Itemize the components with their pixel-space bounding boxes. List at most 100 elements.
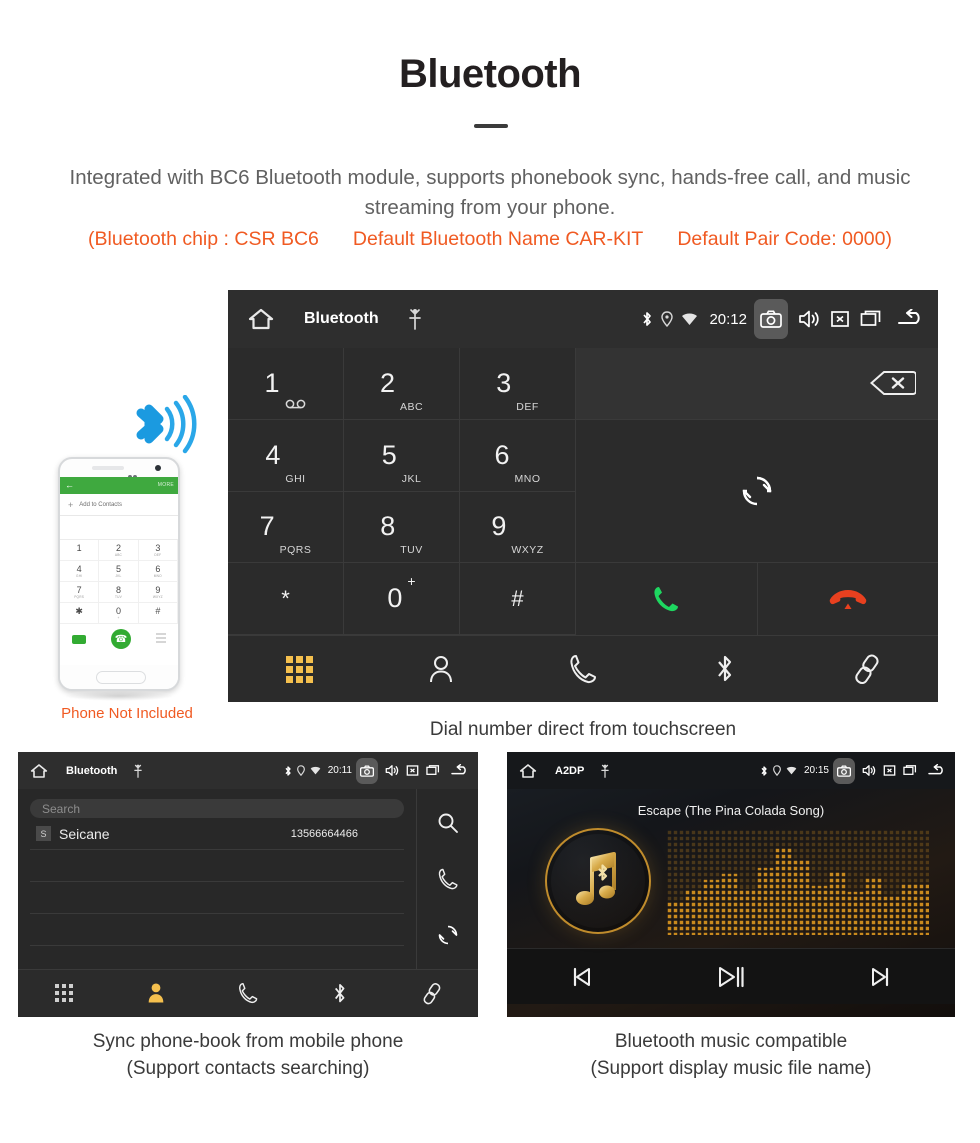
dialer-sync-button[interactable] (576, 419, 938, 564)
phone-number-field[interactable] (60, 516, 178, 540)
calllog-icon[interactable] (569, 654, 597, 684)
phone-key[interactable]: 9 WXYZ (138, 582, 178, 603)
dial-key-7[interactable]: 7 PQRS (228, 491, 344, 564)
back-icon[interactable] (450, 763, 470, 778)
nav-contacts[interactable] (110, 982, 202, 1004)
search-icon[interactable] (437, 812, 459, 834)
phone-key[interactable]: 7 PQRS (60, 582, 100, 603)
home-icon[interactable] (519, 763, 537, 779)
contacts-icon[interactable] (428, 654, 454, 684)
list-item-empty (30, 914, 404, 946)
play-pause-button[interactable] (656, 965, 805, 989)
phonebook-screen: Bluetooth 20:11 Search S Seicane 1356666… (18, 752, 478, 1017)
close-box-icon[interactable] (883, 764, 896, 777)
camera-icon[interactable] (833, 757, 855, 784)
hangup-icon[interactable] (829, 587, 867, 611)
dialer-keypad[interactable]: 1 2 ABC 3 DEF 4 GHI 5 JKL 6 MNO 7 PQRS 8… (228, 348, 576, 635)
keypad-icon[interactable] (55, 984, 73, 1002)
nav-link[interactable] (796, 653, 938, 685)
phone-call-button[interactable]: ☎ (110, 629, 131, 649)
phone-add-contact-row[interactable]: + Add to Contacts (60, 494, 178, 516)
camera-icon[interactable] (754, 299, 788, 339)
key-letters: GHI (285, 472, 306, 485)
phone-hide-keypad-button[interactable] (72, 634, 87, 644)
home-icon[interactable] (30, 763, 48, 779)
nav-contacts[interactable] (370, 654, 512, 684)
recents-icon[interactable] (903, 764, 917, 777)
dial-key-4[interactable]: 4 GHI (228, 419, 344, 492)
dialer-screen: Bluetooth 20:12 1 2 ABC 3 DEF 4 GHI 5 JK… (228, 290, 938, 702)
phone-keyboard-icon[interactable] (155, 633, 166, 645)
previous-icon[interactable] (570, 966, 594, 988)
call-button[interactable] (576, 563, 758, 635)
sync-icon[interactable] (740, 474, 774, 508)
phone-home-button[interactable] (96, 671, 146, 684)
phone-key[interactable]: 4 GHI (60, 561, 100, 582)
home-icon[interactable] (248, 307, 274, 331)
nav-bluetooth[interactable] (654, 653, 796, 685)
back-icon[interactable] (896, 309, 926, 329)
hangup-button[interactable] (757, 563, 938, 635)
phone-key[interactable]: # (138, 603, 178, 624)
keypad-icon[interactable] (285, 655, 313, 683)
nav-link[interactable] (386, 982, 478, 1005)
recents-icon[interactable] (860, 309, 882, 329)
dial-key-1[interactable]: 1 (228, 348, 344, 420)
close-box-icon[interactable] (830, 309, 850, 329)
phone-key[interactable]: 3 DEF (138, 540, 178, 561)
phone-key[interactable]: 0 + (99, 603, 139, 624)
nav-keypad[interactable] (18, 984, 110, 1002)
call-icon[interactable] (651, 584, 681, 614)
dial-key-8[interactable]: 8 TUV (344, 491, 460, 564)
search-input[interactable]: Search (30, 799, 404, 818)
phone-key[interactable]: 1 (60, 540, 100, 561)
dial-key-hash[interactable]: # (460, 563, 576, 635)
sync-icon[interactable] (437, 924, 459, 946)
phone-more-button[interactable]: MORE (158, 482, 174, 488)
back-icon[interactable] (927, 763, 947, 778)
phone-screen: ← MORE + Add to Contacts 1 2 ABC 3 DEF 4 GH… (60, 477, 178, 665)
nav-keypad[interactable] (228, 655, 370, 683)
phone-key[interactable]: 6 MNO (138, 561, 178, 582)
phone-key[interactable]: 2 ABC (99, 540, 139, 561)
dial-key-0[interactable]: 0 + (344, 563, 460, 635)
spec-paircode: Default Pair Code: 0000) (677, 228, 892, 250)
bluetooth-icon[interactable] (714, 653, 736, 685)
contacts-icon[interactable] (146, 982, 166, 1004)
recents-icon[interactable] (426, 764, 440, 777)
close-box-icon[interactable] (406, 764, 419, 777)
title-divider (474, 124, 508, 128)
phonebook-sidebar (416, 789, 478, 969)
nav-calllog[interactable] (512, 654, 654, 684)
dial-key-9[interactable]: 9 WXYZ (460, 491, 576, 564)
dial-key-star[interactable]: * (228, 563, 344, 635)
backspace-icon[interactable] (870, 370, 916, 396)
nav-bluetooth[interactable] (294, 982, 386, 1005)
nav-calllog[interactable] (202, 982, 294, 1004)
phone-add-contact-label: Add to Contacts (79, 501, 122, 508)
volume-icon[interactable] (862, 764, 876, 777)
volume-icon[interactable] (385, 764, 399, 777)
volume-icon[interactable] (798, 309, 820, 329)
dial-key-6[interactable]: 6 MNO (460, 419, 576, 492)
call-icon[interactable] (437, 868, 459, 890)
play-pause-icon[interactable] (716, 965, 746, 989)
dial-key-2[interactable]: 2 ABC (344, 348, 460, 420)
bluetooth-icon[interactable] (332, 982, 348, 1005)
list-item[interactable]: S Seicane 13566664466 (30, 818, 404, 850)
link-icon[interactable] (421, 982, 443, 1005)
link-icon[interactable] (852, 653, 882, 685)
phone-key[interactable]: ✱ (60, 603, 100, 624)
previous-button[interactable] (507, 966, 656, 988)
dial-key-3[interactable]: 3 DEF (460, 348, 576, 420)
phone-key[interactable]: 5 JKL (99, 561, 139, 582)
calllog-icon[interactable] (238, 982, 258, 1004)
key-number: 4 (265, 439, 281, 470)
dial-key-5[interactable]: 5 JKL (344, 419, 460, 492)
phone-key[interactable]: 8 TUV (99, 582, 139, 603)
camera-icon[interactable] (356, 757, 378, 784)
dialer-number-display[interactable] (576, 348, 938, 420)
next-button[interactable] (806, 966, 955, 988)
phone-keypad[interactable]: 1 2 ABC 3 DEF 4 GHI 5 JKL 6 MNO 7 PQRS 8 TUV 9W… (60, 540, 178, 624)
next-icon[interactable] (868, 966, 892, 988)
